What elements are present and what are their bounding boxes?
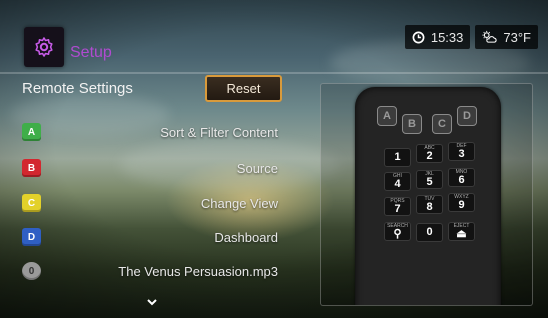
list-item-change-view[interactable]: C Change View <box>22 186 278 220</box>
eject-icon: ⏏ <box>456 228 467 240</box>
section-title: Remote Settings <box>22 80 133 97</box>
remote-control-image: A B C D 1 ABC 2 DEF 3 GHI 4 JKL 5 MNO 6 PQRS 7… <box>355 87 501 305</box>
remote-key-2: ABC 2 <box>416 144 443 163</box>
list-item-zero-key[interactable]: 0 The Venus Persuasion.mp3 <box>22 254 278 288</box>
clock-icon <box>412 31 425 43</box>
remote-key-8: TUV 8 <box>416 195 443 214</box>
remote-key-6: MNO 6 <box>448 168 475 187</box>
weather-display: 73°F <box>475 25 538 49</box>
temperature-text: 73°F <box>503 29 531 45</box>
remote-key-d: D <box>457 106 477 126</box>
setup-app-icon <box>24 27 64 67</box>
remote-key-5: JKL 5 <box>416 170 443 189</box>
yellow-c-key-icon: C <box>22 194 41 212</box>
remote-key-eject: EJECT ⏏ <box>448 222 475 241</box>
status-bar: 15:33 73°F <box>404 25 538 49</box>
list-item-label: The Venus Persuasion.mp3 <box>118 263 278 279</box>
list-item-dashboard[interactable]: D Dashboard <box>22 220 278 254</box>
time-text: 15:33 <box>430 29 464 45</box>
list-item-source[interactable]: B Source <box>22 151 278 185</box>
remote-key-9: WXYZ 9 <box>448 193 475 212</box>
remote-key-search: SEARCH ⚲ <box>384 222 411 241</box>
weather-icon <box>482 30 497 43</box>
reset-button[interactable]: Reset <box>205 75 282 102</box>
remote-key-3: DEF 3 <box>448 142 475 161</box>
header-divider <box>0 72 548 74</box>
remote-key-a: A <box>377 106 397 126</box>
screen: Setup 15:33 73°F Remote Settings Reset A… <box>0 0 548 318</box>
remote-preview: A B C D 1 ABC 2 DEF 3 GHI 4 JKL 5 MNO 6 PQRS 7… <box>320 83 533 306</box>
remote-key-0: 0 <box>416 223 443 242</box>
blue-d-key-icon: D <box>22 228 41 246</box>
list-item-label: Change View <box>200 195 278 211</box>
remote-key-7: PQRS 7 <box>384 197 411 216</box>
chevron-down-icon[interactable] <box>145 295 159 309</box>
search-icon: ⚲ <box>393 228 402 240</box>
remote-key-b: B <box>402 114 422 134</box>
list-item-label: Dashboard <box>214 229 278 245</box>
clock-display: 15:33 <box>404 25 471 49</box>
zero-key-icon: 0 <box>22 262 41 280</box>
remote-key-c: C <box>432 114 452 134</box>
list-item-label: Source <box>236 160 278 176</box>
gear-icon <box>35 37 53 57</box>
page-title: Setup <box>70 44 112 61</box>
list-item-sort-filter[interactable]: A Sort & Filter Content <box>22 115 278 149</box>
list-item-label: Sort & Filter Content <box>160 124 278 140</box>
red-b-key-icon: B <box>22 159 41 177</box>
remote-key-1: 1 <box>384 148 411 167</box>
green-a-key-icon: A <box>22 123 41 141</box>
remote-key-4: GHI 4 <box>384 172 411 191</box>
